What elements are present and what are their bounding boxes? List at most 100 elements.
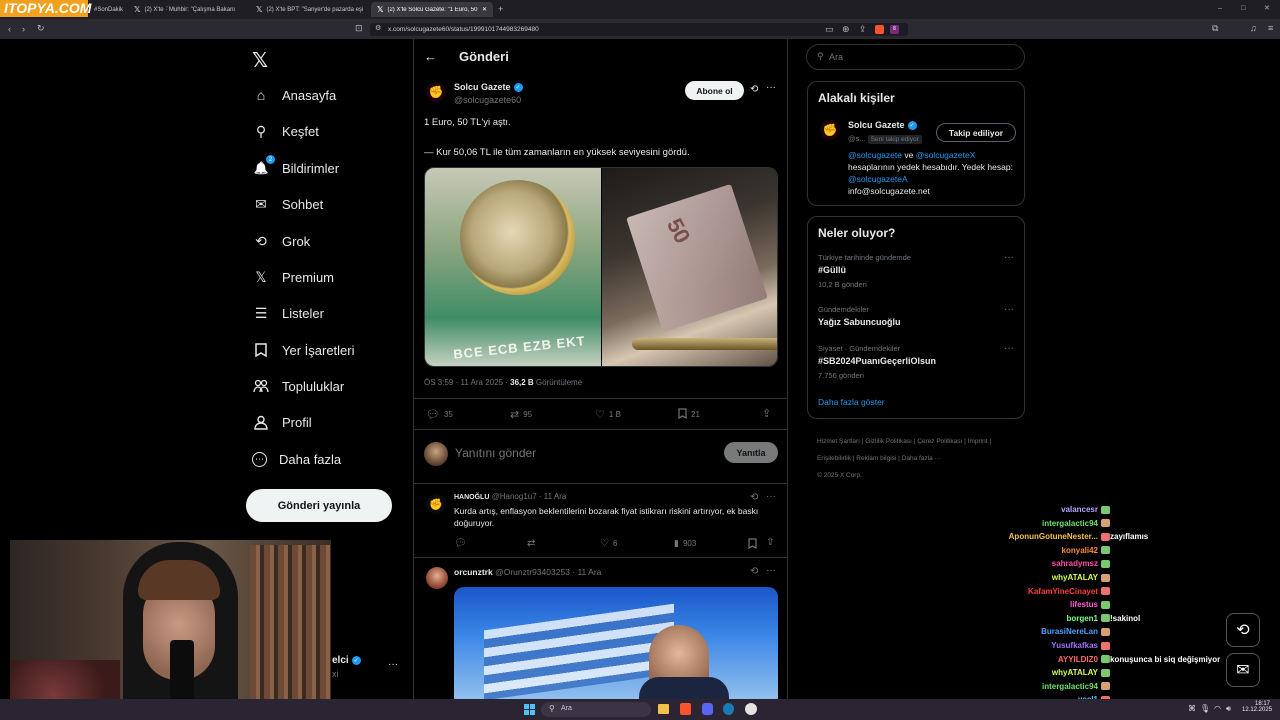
back-arrow-icon[interactable]: ‹ [8,25,11,34]
reply-handle[interactable]: @Orunztr93403253 [495,567,570,577]
more-options-icon[interactable]: ··· [766,82,776,93]
taskbar-search-input[interactable]: Ara [561,705,572,712]
trend-more-icon[interactable]: ··· [1004,252,1014,263]
nav-grok[interactable]: ⟲ Grok [252,227,310,255]
bio-link[interactable]: @solcugazeteX [916,150,976,160]
nav-lists[interactable]: ☰ Listeler [252,299,324,327]
grok-explain-icon[interactable]: ⟲ [750,566,758,577]
bookmark-action[interactable] [748,538,757,551]
nav-profile[interactable]: Profil [252,408,312,436]
rewards-icon[interactable]: 8 [890,25,899,34]
chat-username[interactable]: intergalactic94 [1042,519,1110,528]
related-name[interactable]: Solcu Gazete ✓ [848,120,917,131]
repost-action[interactable]: ⇄ [527,538,535,549]
share-action[interactable]: ⇪ [766,537,774,548]
browser-tab-1[interactable]: #SonDakik [88,2,128,17]
chat-username[interactable]: BurasiNereLan [1041,627,1110,636]
footer-link[interactable]: Gizlilik Politikası [865,438,912,445]
reader-icon[interactable]: ▭ [825,25,834,34]
chat-username[interactable]: whyATALAY [1052,573,1110,582]
reply-action[interactable]: 💬︎ [454,538,467,549]
brave-browser-icon[interactable] [680,703,691,715]
chat-username[interactable]: AYYILDIZ0 [1058,655,1110,664]
grok-float-icon[interactable]: ⟲ [1226,613,1260,647]
following-button[interactable]: Takip ediliyor [936,123,1016,142]
reply-date[interactable]: · 11 Ara [570,567,601,577]
bookmark-page-icon[interactable]: ⊡ [355,24,363,33]
reply-action[interactable]: 💬︎ 35 [426,408,453,421]
footer-link[interactable]: Erişilebilirlik [817,455,851,462]
x-logo[interactable]: 𝕏 [252,48,268,73]
reply-button[interactable]: Yanıtla [724,442,778,463]
footer-link[interactable]: Hizmet Şartları [817,438,860,445]
more-options-icon[interactable]: ··· [766,565,776,576]
browser-tab-active[interactable]: 𝕏 (2) X'te Solcu Gazete: "1 Euro, 50 ✕ [371,2,493,17]
share-icon[interactable]: ⇪ [859,25,867,34]
taskbar-search[interactable]: ⚲ Ara [541,702,651,717]
messages-float-icon[interactable]: ✉ [1226,653,1260,687]
like-action[interactable]: ♡ 1 B [595,408,621,421]
zoom-icon[interactable]: ⊕ [842,25,850,34]
nav-communities[interactable]: Topluluklar [252,372,344,400]
nav-explore[interactable]: ⚲ Keşfet [252,117,319,145]
orcunztrk-avatar[interactable] [426,567,448,589]
solcu-gazete-avatar[interactable]: ✊ [426,82,446,102]
back-button[interactable]: ← [424,49,437,64]
user-avatar[interactable] [424,442,448,466]
chat-username[interactable]: AponunGotuneNester... [1009,532,1110,541]
volume-icon[interactable]: 🔊︎ [1226,704,1231,714]
discord-icon[interactable] [702,703,713,715]
chat-username[interactable]: lifestus [1070,600,1110,609]
trend-item[interactable]: Türkiye tarihinde gündemde #Güllü 10,2 B… [808,249,1024,295]
new-tab-button[interactable]: + [498,5,503,14]
post-handle[interactable]: @solcugazete60 [454,95,521,105]
reply-handle[interactable]: @Hanog1u7 [492,492,537,501]
repost-action[interactable]: ⇄ 95 [510,408,532,421]
minimize-button[interactable]: – [1218,5,1222,12]
site-settings-icon[interactable]: ⚙ [375,25,381,32]
reply-author[interactable]: HANOĞLU [454,494,489,501]
extensions-icon[interactable]: ⧉ [1212,24,1218,33]
footer-link[interactable]: Daha fazla ··· [902,455,941,462]
like-action[interactable]: ♡ 6 [600,538,617,549]
close-window-button[interactable]: ✕ [1264,5,1270,12]
trend-more-icon[interactable]: ··· [1004,304,1014,315]
hanoglu-avatar[interactable]: ✊ [426,494,446,514]
reply-image[interactable] [454,587,778,699]
chat-username[interactable]: valancesr [1061,505,1110,514]
reply-date[interactable]: · 11 Ara [537,492,566,501]
bio-link[interactable]: @solcugazete [848,150,902,160]
windows-start-icon[interactable] [524,704,535,715]
maximize-button[interactable]: □ [1241,5,1245,12]
chat-username[interactable]: konyali42 [1062,546,1110,555]
wifi-icon[interactable]: ◠ [1214,704,1221,713]
obs-icon[interactable] [745,703,757,715]
reload-icon[interactable]: ↻ [37,24,45,33]
bio-link[interactable]: @solcugazeteA [848,174,908,184]
grok-explain-icon[interactable]: ⟲ [750,492,758,503]
music-icon[interactable]: ♫ [1250,24,1257,33]
euro-coin-image[interactable]: BCE ECB EZB EKT [425,168,601,366]
search-box[interactable]: ⚲ Ara [806,44,1025,70]
show-more-link[interactable]: Daha fazla göster [818,397,885,407]
file-explorer-icon[interactable] [658,704,669,714]
trend-item[interactable]: Siyaset · Gündemdekiler #SB2024PuanıGeçe… [808,340,1024,386]
nav-bookmarks[interactable]: Yer İşaretleri [252,336,355,364]
network-icon[interactable]: ⌘ [1188,704,1196,713]
footer-link[interactable]: Imprint [968,438,988,445]
post-timestamp[interactable]: ÖS 3:59 · 11 Ara 2025 · [424,378,510,387]
chat-username[interactable]: sahradymsz [1052,559,1110,568]
close-tab-icon[interactable]: ✕ [482,6,487,13]
steam-icon[interactable] [723,703,734,715]
subscribe-button[interactable]: Abone ol [685,81,744,100]
url-bar[interactable]: ⚙ x.com/solcugazete60/status/19991017449… [370,23,908,36]
bookmark-action[interactable]: 21 [678,408,700,421]
chat-username[interactable]: whyATALAY [1052,668,1110,677]
taskbar-clock[interactable]: 18:17 12.12.2025 [1242,701,1272,713]
related-avatar[interactable]: ✊ [820,120,840,140]
chat-username[interactable]: KafamYineCinayet [1028,587,1110,596]
trend-more-icon[interactable]: ··· [1004,343,1014,354]
footer-link[interactable]: Reklam bilgisi [856,455,896,462]
trend-item[interactable]: Gündemdekiler Yağız Sabuncuoğlu ··· [808,301,1024,335]
banknote-wallet-image[interactable]: 50 [602,168,777,366]
